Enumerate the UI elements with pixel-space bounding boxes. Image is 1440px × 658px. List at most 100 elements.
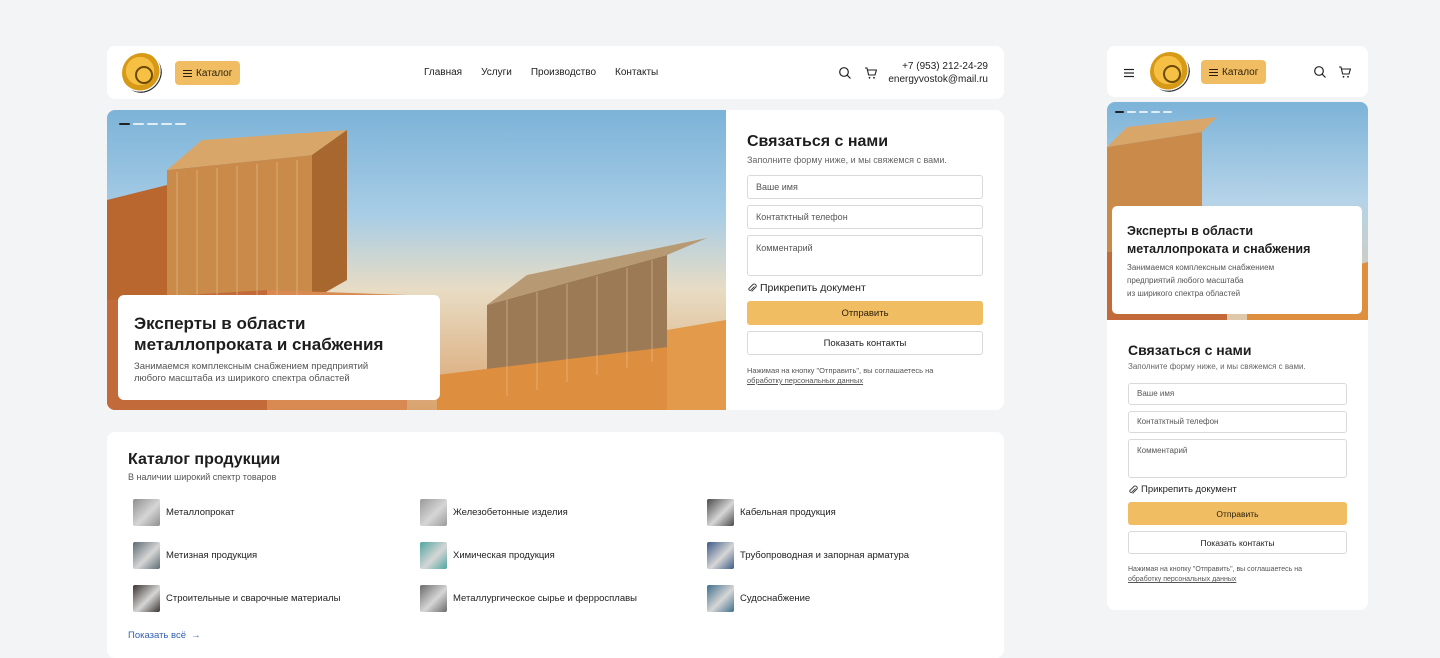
phone-input[interactable]: Контатктный телефон <box>1128 411 1347 433</box>
hero-subtitle-line: предприятий любого масштаба <box>1127 276 1244 285</box>
comment-textarea[interactable]: Комментарий <box>747 235 983 276</box>
catalog-item-label: Химическая продукция <box>453 549 555 561</box>
catalog-item[interactable]: Трубопроводная и запорная арматура <box>707 541 994 569</box>
cable-products-thumbnail <box>707 498 734 526</box>
slide-dot[interactable] <box>119 123 130 125</box>
catalog-item[interactable]: Кабельная продукция <box>707 498 994 526</box>
nav-item-home[interactable]: Главная <box>424 67 462 78</box>
welding-materials-thumbnail <box>133 584 160 612</box>
privacy-link[interactable]: обработку персональных данных <box>747 376 863 385</box>
comment-textarea[interactable]: Комментарий <box>1128 439 1347 478</box>
submit-button[interactable]: Отправить <box>1128 502 1347 525</box>
cart-icon[interactable] <box>1338 65 1352 79</box>
catalog-button[interactable]: Каталог <box>175 61 241 85</box>
consent-note: Нажимая на кнопку "Отправить", вы соглаш… <box>747 366 1004 386</box>
slide-dot[interactable] <box>1115 111 1124 113</box>
chemical-products-thumbnail <box>420 541 447 569</box>
slide-dot[interactable] <box>1127 111 1136 113</box>
catalog-item[interactable]: Металлургическое сырье и ферросплавы <box>420 584 707 612</box>
catalog-item[interactable]: Металлопрокат <box>133 498 420 526</box>
catalog-section: Каталог продукции В наличии широкий спек… <box>107 432 1004 658</box>
arrow-right-icon: → <box>188 630 201 641</box>
cart-icon[interactable] <box>864 66 878 80</box>
catalog-item-label: Метизная продукция <box>166 549 258 561</box>
slide-dot[interactable] <box>133 123 144 125</box>
slide-dot[interactable] <box>161 123 172 125</box>
catalog-grid: Металлопрокат Железобетонные изделия Каб… <box>133 498 994 612</box>
hero-title: Эксперты в области металлопроката и снаб… <box>1127 222 1347 258</box>
name-input[interactable]: Ваше имя <box>747 175 983 199</box>
metallurgical-raw-thumbnail <box>420 584 447 612</box>
catalog-item[interactable]: Химическая продукция <box>420 541 707 569</box>
hero-title-line: металлопроката и снабжения <box>134 335 384 354</box>
main-nav: Главная Услуги Производство Контакты <box>424 67 658 78</box>
catalog-item-label: Кабельная продукция <box>740 506 836 518</box>
email-address[interactable]: energyvostok@mail.ru <box>888 73 988 86</box>
slider-pagination <box>119 123 186 125</box>
mobile-contact-form: Связаться с нами Заполните форму ниже, и… <box>1107 320 1368 610</box>
form-title: Связаться с нами <box>747 133 889 150</box>
slide-dot[interactable] <box>1163 111 1172 113</box>
hero-title: Эксперты в области металлопроката и снаб… <box>134 313 424 355</box>
search-icon[interactable] <box>1313 65 1327 79</box>
paperclip-icon <box>748 283 757 292</box>
nav-item-services[interactable]: Услуги <box>481 67 512 78</box>
privacy-link[interactable]: обработку персональных данных <box>1128 576 1236 583</box>
hero-title-line: металлопроката и снабжения <box>1127 242 1311 256</box>
hero-section: Эксперты в области металлопроката и снаб… <box>107 110 1004 410</box>
hero-title-line: Эксперты в области <box>134 314 306 333</box>
header-contacts: +7 (953) 212-24-29 energyvostok@mail.ru <box>888 60 988 86</box>
catalog-item[interactable]: Метизная продукция <box>133 541 420 569</box>
catalog-item[interactable]: Железобетонные изделия <box>420 498 707 526</box>
catalog-subtitle: В наличии широкий спектр товаров <box>128 472 277 482</box>
form-subtitle: Заполните форму ниже, и мы свяжемся с ва… <box>1128 362 1306 371</box>
hamburger-menu-icon[interactable] <box>1122 66 1136 80</box>
menu-icon <box>1209 68 1218 76</box>
slide-dot[interactable] <box>147 123 158 125</box>
show-contacts-button[interactable]: Показать контакты <box>747 331 983 355</box>
phone-number[interactable]: +7 (953) 212-24-29 <box>888 60 988 73</box>
catalog-item-label: Трубопроводная и запорная арматура <box>740 549 910 561</box>
consent-note: Нажимая на кнопку "Отправить", вы соглаш… <box>1128 565 1347 585</box>
company-logo[interactable] <box>122 53 162 93</box>
slide-dot[interactable] <box>1151 111 1160 113</box>
mobile-hero-section: Эксперты в области металлопроката и снаб… <box>1107 102 1368 320</box>
catalog-item[interactable]: Судоснабжение <box>707 584 994 612</box>
attach-document-link[interactable]: Прикрепить документ <box>1128 484 1347 495</box>
hero-subtitle-line: из ширикого спектра областей <box>1127 289 1241 298</box>
slide-dot[interactable] <box>1139 111 1148 113</box>
name-input[interactable]: Ваше имя <box>1128 383 1347 405</box>
hero-subtitle-line: Занимаемся комплексным снабжением <box>1127 263 1275 272</box>
ship-supply-thumbnail <box>707 584 734 612</box>
paperclip-icon <box>1129 485 1138 494</box>
submit-button[interactable]: Отправить <box>747 301 983 325</box>
attach-label: Прикрепить документ <box>1141 484 1237 495</box>
slide-dot[interactable] <box>175 123 186 125</box>
pipeline-valves-thumbnail <box>707 541 734 569</box>
mobile-header: Каталог <box>1107 46 1368 97</box>
catalog-button[interactable]: Каталог <box>1201 60 1267 84</box>
form-title: Связаться с нами <box>1128 342 1252 358</box>
nav-item-production[interactable]: Производство <box>531 67 596 78</box>
attach-document-link[interactable]: Прикрепить документ <box>747 282 1004 294</box>
attach-label: Прикрепить документ <box>760 282 866 294</box>
catalog-item[interactable]: Строительные и сварочные материалы <box>133 584 420 612</box>
consent-text: Нажимая на кнопку "Отправить", вы соглаш… <box>1128 566 1303 573</box>
contact-form: Связаться с нами Заполните форму ниже, и… <box>747 110 1004 386</box>
concrete-products-thumbnail <box>420 498 447 526</box>
hero-title-line: Эксперты в области <box>1127 224 1254 238</box>
hero-caption: Эксперты в области металлопроката и снаб… <box>1112 206 1362 314</box>
catalog-button-label: Каталог <box>196 67 233 79</box>
show-all-link[interactable]: Показать всё → <box>128 630 201 641</box>
hero-subtitle: Занимаемся комплексным снабжением предпр… <box>1127 261 1347 300</box>
catalog-item-label: Железобетонные изделия <box>453 506 568 518</box>
hero-slider-image: Эксперты в области металлопроката и снаб… <box>107 110 726 410</box>
show-all-label: Показать всё <box>128 630 186 641</box>
show-contacts-button[interactable]: Показать контакты <box>1128 531 1347 554</box>
phone-input[interactable]: Контатктный телефон <box>747 205 983 229</box>
catalog-item-label: Металлопрокат <box>166 506 235 518</box>
hero-subtitle-line: любого масштаба из ширикого спектра обла… <box>134 373 350 384</box>
nav-item-contacts[interactable]: Контакты <box>615 67 658 78</box>
search-icon[interactable] <box>838 66 852 80</box>
company-logo[interactable] <box>1150 52 1190 92</box>
